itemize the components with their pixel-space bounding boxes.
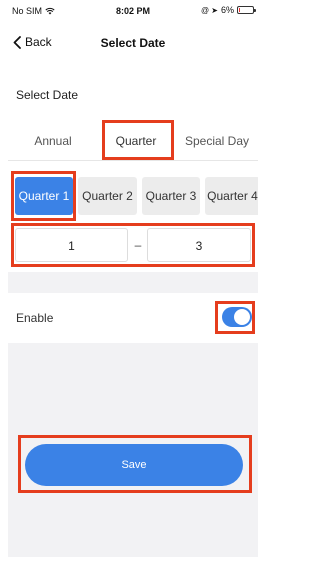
date-type-tabs: Annual Quarter Special Day — [8, 121, 258, 161]
back-button[interactable]: Back — [13, 35, 52, 49]
enable-toggle[interactable] — [222, 307, 252, 327]
section-title: Select Date — [16, 88, 79, 102]
quarter-4-button[interactable]: Quarter 4 — [205, 177, 258, 215]
range-end-field[interactable]: 3 — [147, 228, 251, 262]
date-selection-card: Select Date Annual Quarter Special Day Q… — [8, 64, 258, 272]
enable-row: Enable — [8, 293, 258, 343]
chevron-left-icon — [13, 35, 21, 49]
battery-icon — [237, 6, 256, 14]
status-bar: No SIM 8:02 PM @ ➤ 6% — [8, 0, 258, 22]
tab-special-day[interactable]: Special Day — [176, 121, 258, 161]
quarter-3-button[interactable]: Quarter 3 — [142, 177, 200, 215]
app-screen: No SIM 8:02 PM @ ➤ 6% Back Select Date S… — [8, 0, 258, 557]
battery-percent: 6% — [220, 5, 234, 15]
toggle-knob — [234, 309, 250, 325]
enable-label: Enable — [16, 311, 54, 325]
range-separator: – — [134, 238, 142, 252]
quarter-2-button[interactable]: Quarter 2 — [78, 177, 137, 215]
month-range: 1 – 3 — [15, 228, 251, 262]
range-start-field[interactable]: 1 — [15, 228, 128, 262]
location-icon: @ ➤ — [200, 5, 218, 15]
back-button-label: Back — [25, 35, 52, 49]
tab-annual[interactable]: Annual — [18, 121, 88, 161]
quarter-1-button[interactable]: Quarter 1 — [15, 177, 73, 215]
navigation-bar: Back Select Date — [8, 22, 258, 64]
tab-quarter[interactable]: Quarter — [100, 121, 172, 161]
save-button[interactable]: Save — [25, 444, 243, 486]
